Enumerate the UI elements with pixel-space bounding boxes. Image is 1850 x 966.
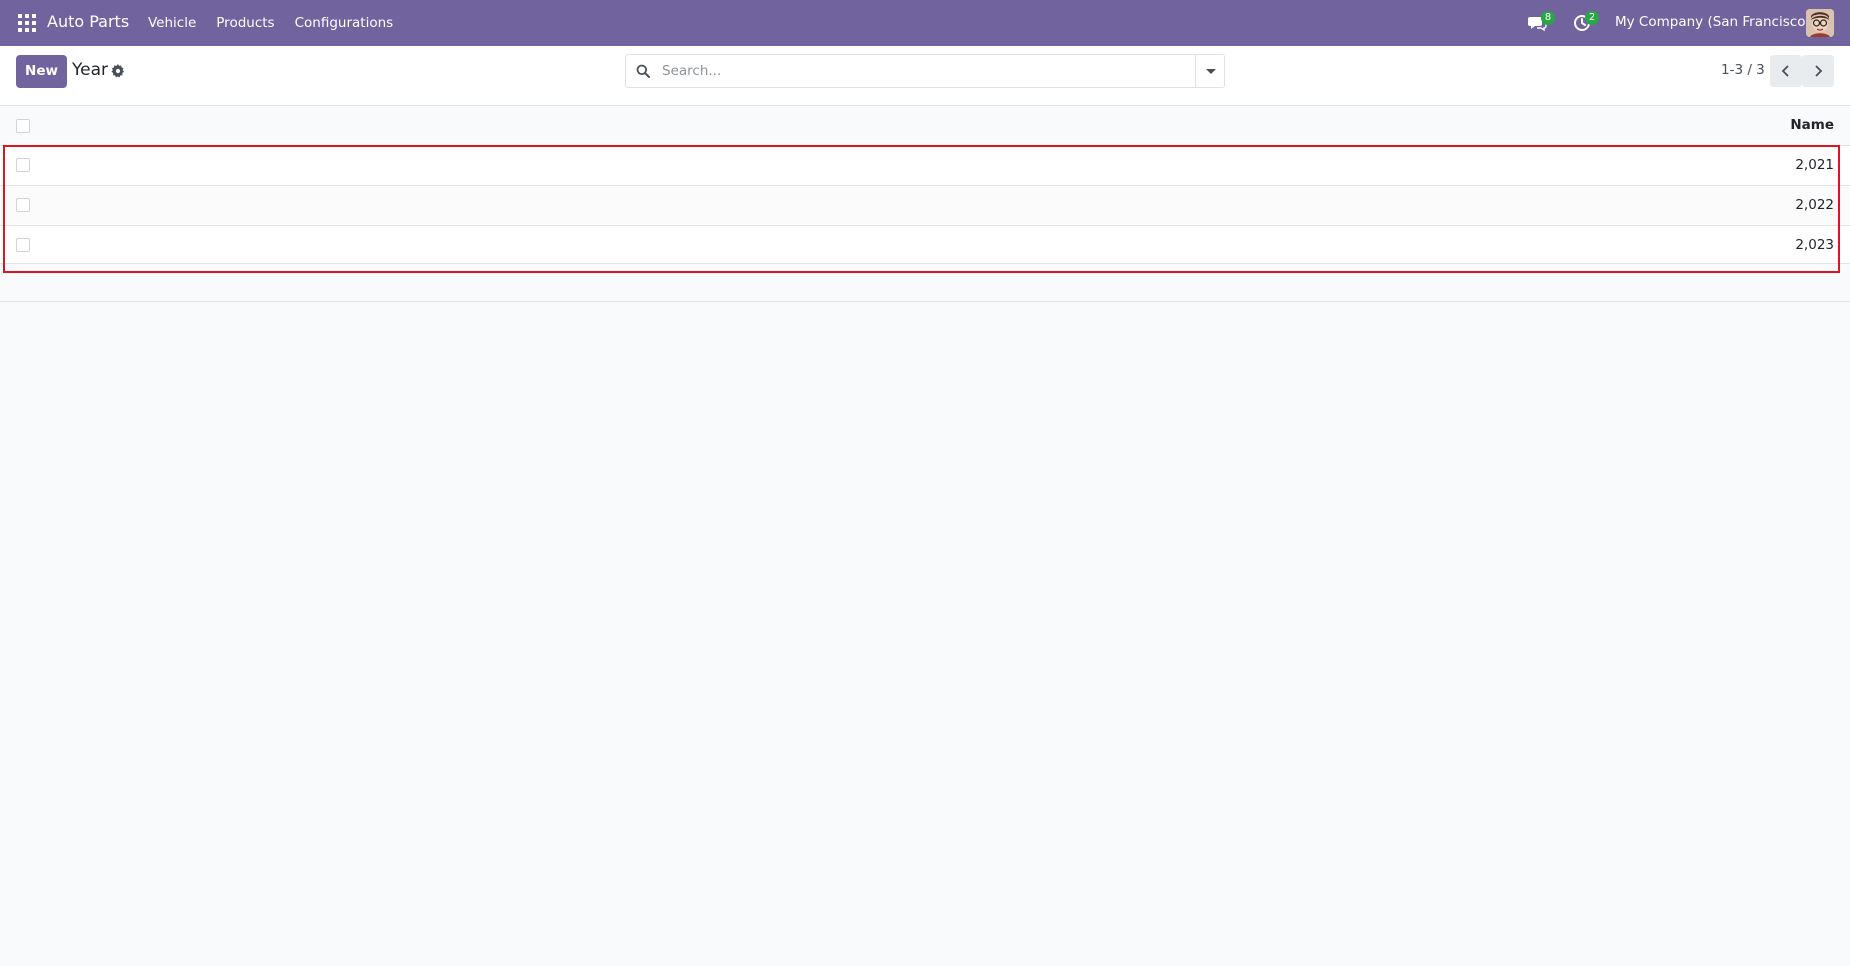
chevron-left-icon	[1781, 65, 1789, 77]
table-row[interactable]: 2,021	[0, 145, 1850, 185]
row-checkbox[interactable]	[16, 158, 30, 172]
company-switcher[interactable]: My Company (San Francisco)	[1615, 14, 1811, 30]
select-all-checkbox[interactable]	[16, 119, 30, 133]
row-name-cell: 2,022	[1795, 197, 1834, 213]
table-row[interactable]: 2,023	[0, 225, 1850, 265]
app-brand[interactable]: Auto Parts	[47, 12, 129, 31]
menu-item-configurations[interactable]: Configurations	[285, 0, 404, 46]
row-name-cell: 2,021	[1795, 157, 1834, 173]
messages-badge: 8	[1541, 11, 1555, 25]
list-header: Name	[0, 107, 1850, 145]
row-name-cell: 2,023	[1795, 237, 1834, 253]
list-footer	[0, 263, 1850, 302]
search-options-dropdown-toggle[interactable]	[1195, 55, 1224, 87]
main-menu: Vehicle Products Configurations	[138, 0, 403, 46]
gear-icon[interactable]	[111, 64, 125, 78]
menu-item-products[interactable]: Products	[206, 0, 284, 46]
chevron-right-icon	[1815, 65, 1823, 77]
page-title: Year	[72, 60, 108, 80]
row-checkbox[interactable]	[16, 198, 30, 212]
pager-previous-button[interactable]	[1770, 55, 1802, 87]
search-bar	[625, 54, 1225, 88]
pager-value[interactable]: 1-3 / 3	[1721, 62, 1765, 78]
new-button[interactable]: New	[16, 55, 67, 88]
table-row[interactable]: 2,022	[0, 185, 1850, 225]
control-panel: New Year 1-3 / 3	[0, 46, 1850, 106]
top-navbar: Auto Parts Vehicle Products Configuratio…	[0, 0, 1850, 46]
column-header-name[interactable]: Name	[1790, 117, 1834, 133]
row-checkbox[interactable]	[16, 238, 30, 252]
pager-next-button[interactable]	[1802, 55, 1834, 87]
search-icon	[636, 64, 650, 78]
user-avatar[interactable]	[1806, 9, 1834, 37]
search-input[interactable]	[662, 55, 1192, 87]
apps-grid-icon[interactable]	[18, 14, 36, 32]
activities-badge: 2	[1585, 11, 1599, 25]
menu-item-vehicle[interactable]: Vehicle	[138, 0, 206, 46]
